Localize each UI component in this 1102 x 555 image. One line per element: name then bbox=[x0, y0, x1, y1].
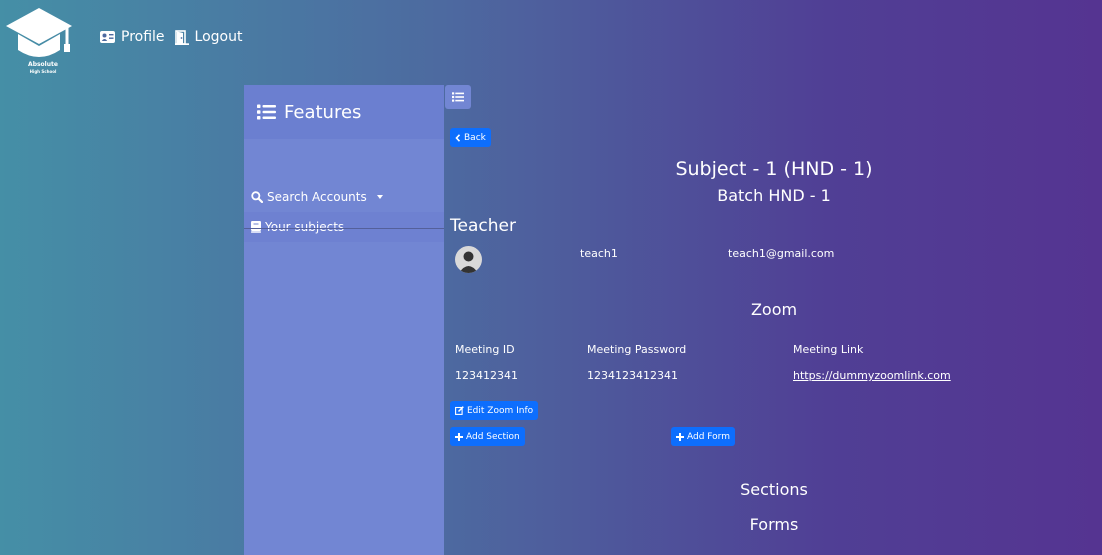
profile-link-label: Profile bbox=[121, 29, 165, 45]
plus-icon bbox=[455, 432, 463, 441]
sidebar-item-search-accounts[interactable]: Search Accounts bbox=[244, 182, 444, 212]
sidebar-item-label: Search Accounts bbox=[267, 190, 367, 204]
back-button[interactable]: Back bbox=[450, 128, 491, 147]
top-navigation: Profile Logout bbox=[100, 29, 242, 45]
zoom-column-header: Meeting Link bbox=[793, 343, 864, 356]
plus-icon bbox=[676, 432, 684, 441]
sidebar-item-your-subjects[interactable]: Your subjects bbox=[244, 212, 444, 242]
teacher-name: teach1 bbox=[580, 247, 618, 260]
search-icon bbox=[251, 191, 263, 203]
logout-link[interactable]: Logout bbox=[174, 29, 243, 45]
sidebar-header: Features bbox=[244, 85, 444, 139]
add-form-button[interactable]: Add Form bbox=[671, 427, 735, 446]
teacher-email: teach1@gmail.com bbox=[728, 247, 835, 260]
batch-title: Batch HND - 1 bbox=[717, 186, 831, 205]
features-sidebar: Features Search Accounts Your subjects bbox=[244, 85, 444, 555]
teacher-heading: Teacher bbox=[450, 216, 516, 236]
back-button-label: Back bbox=[464, 132, 486, 143]
logo-tagline-text: High School bbox=[29, 69, 57, 74]
zoom-heading: Zoom bbox=[750, 300, 798, 319]
add-form-label: Add Form bbox=[687, 431, 730, 442]
sidebar-title: Features bbox=[284, 101, 362, 123]
book-icon bbox=[251, 221, 261, 233]
logo-brand-text: Absolute bbox=[28, 61, 58, 68]
user-silhouette-icon bbox=[459, 251, 478, 273]
list-icon bbox=[257, 104, 276, 120]
sidebar-toggle-button[interactable] bbox=[445, 85, 471, 109]
subject-title: Subject - 1 (HND - 1) bbox=[675, 158, 873, 180]
add-section-button[interactable]: Add Section bbox=[450, 427, 525, 446]
logout-link-label: Logout bbox=[194, 29, 243, 45]
sidebar-divider bbox=[244, 228, 444, 229]
edit-icon bbox=[455, 406, 464, 415]
meeting-password-value: 1234123412341 bbox=[587, 369, 678, 382]
add-section-label: Add Section bbox=[466, 431, 520, 442]
door-open-icon bbox=[174, 29, 189, 45]
edit-zoom-info-label: Edit Zoom Info bbox=[467, 405, 534, 416]
school-logo[interactable]: Absolute High School bbox=[4, 6, 74, 76]
chevron-left-icon bbox=[455, 133, 461, 142]
meeting-link[interactable]: https://dummyzoomlink.com bbox=[793, 369, 951, 382]
list-icon bbox=[452, 92, 464, 102]
meeting-id-value: 123412341 bbox=[455, 369, 518, 382]
caret-down-icon bbox=[376, 195, 383, 199]
profile-link[interactable]: Profile bbox=[100, 29, 165, 45]
zoom-column-header: Meeting ID bbox=[455, 343, 515, 356]
avatar bbox=[455, 246, 482, 273]
id-card-icon bbox=[100, 31, 115, 43]
forms-heading: Forms bbox=[749, 515, 799, 534]
sidebar-item-label: Your subjects bbox=[265, 220, 345, 234]
graduation-cap-icon bbox=[6, 8, 72, 57]
edit-zoom-info-button[interactable]: Edit Zoom Info bbox=[450, 401, 539, 420]
zoom-column-header: Meeting Password bbox=[587, 343, 687, 356]
sections-heading: Sections bbox=[740, 480, 808, 499]
